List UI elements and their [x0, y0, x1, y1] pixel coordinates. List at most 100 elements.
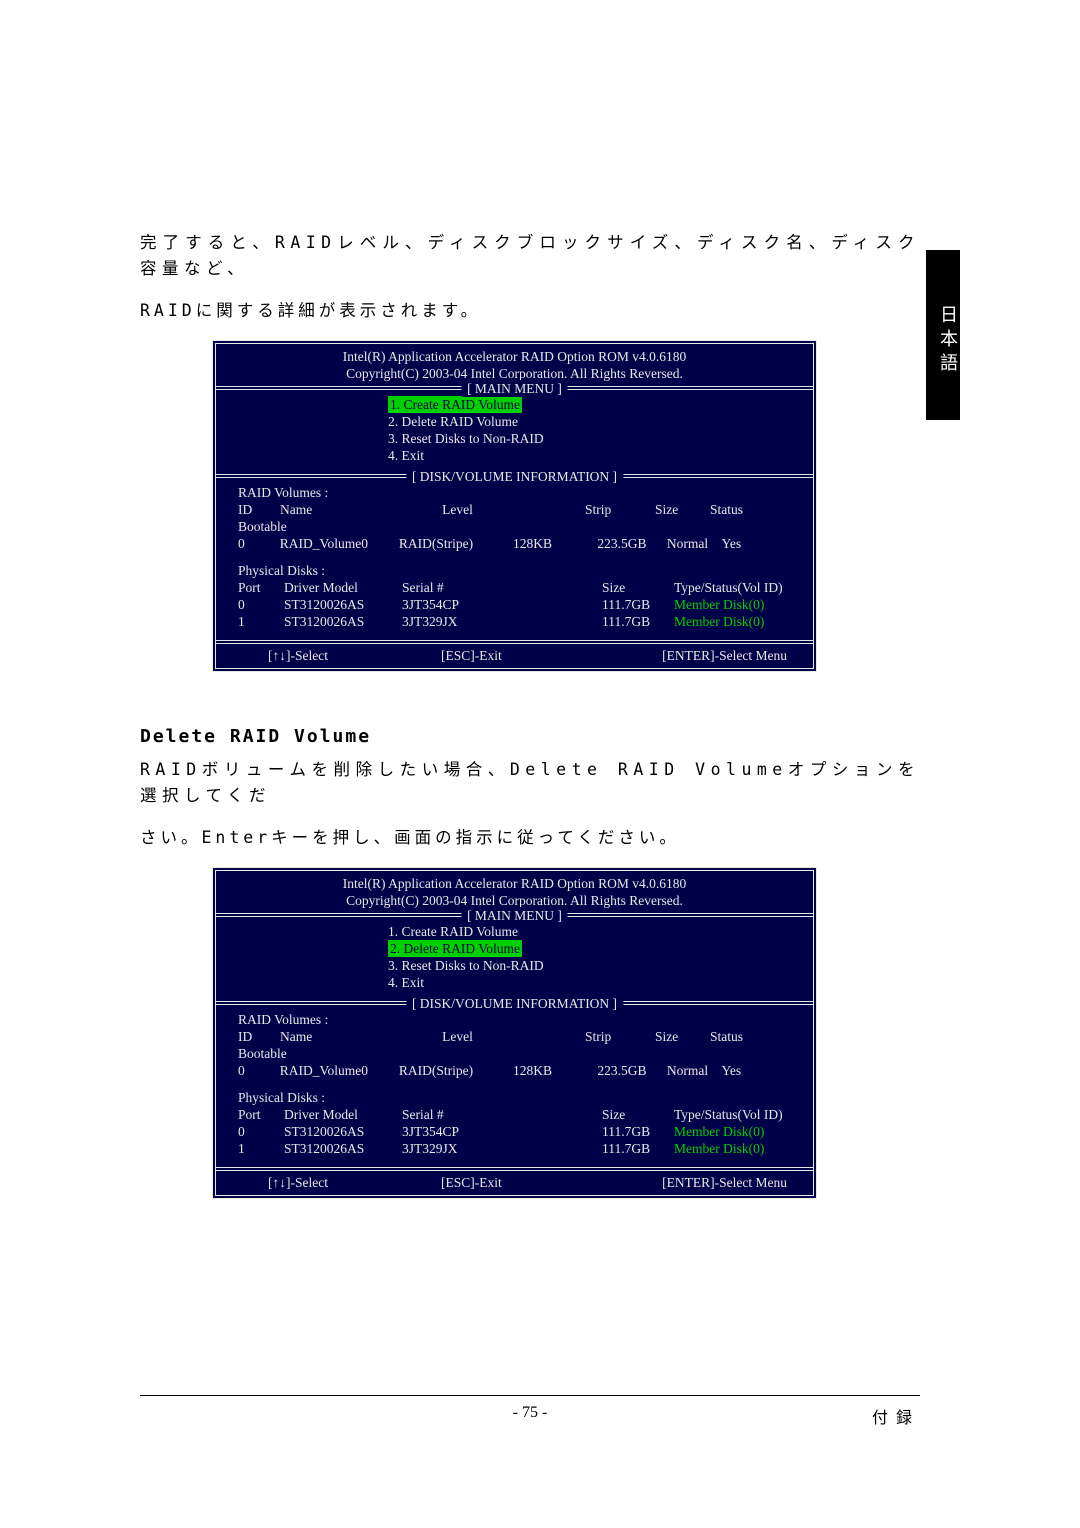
col-name-2: Name — [280, 1028, 400, 1045]
hint-enter: [ENTER]-Select Menu — [598, 647, 791, 664]
col-level: Level — [400, 501, 515, 518]
page-footer: - 75 - 付録 — [140, 1395, 920, 1428]
phys-row-0: 0 ST3120026AS 3JT354CP 111.7GB Member Di… — [238, 596, 791, 613]
disk-info-panel-2: [ DISK/VOLUME INFORMATION ] RAID Volumes… — [216, 1001, 813, 1167]
menu-delete-raid-2[interactable]: 2. Delete RAID Volume — [388, 940, 522, 957]
p1-model-2: ST3120026AS — [284, 1140, 402, 1157]
bios-title-2: Intel(R) Application Accelerator RAID Op… — [224, 875, 805, 892]
main-menu-panel: [ MAIN MENU ] 1. Create RAID Volume 2. D… — [216, 386, 813, 474]
hint-exit: [ESC]-Exit — [441, 647, 598, 664]
hint-select: [↑↓]-Select — [238, 647, 441, 664]
p1-type: Member Disk(0) — [674, 613, 764, 630]
p1-size-2: 111.7GB — [602, 1140, 674, 1157]
pcol-model-2: Driver Model — [284, 1106, 402, 1123]
pcol-serial: Serial # — [402, 579, 602, 596]
col-level-2: Level — [400, 1028, 515, 1045]
p0-size: 111.7GB — [602, 596, 674, 613]
p1-size: 111.7GB — [602, 613, 674, 630]
phys-columns-2: Port Driver Model Serial # Size Type/Sta… — [238, 1106, 791, 1123]
disk-info-label-2: [ DISK/VOLUME INFORMATION ] — [406, 995, 623, 1012]
vol-level-2: RAID(Stripe) — [399, 1062, 513, 1079]
menu-reset-disks-2[interactable]: 3. Reset Disks to Non-RAID — [388, 957, 791, 974]
p0-size-2: 111.7GB — [602, 1123, 674, 1140]
col-size: Size — [655, 501, 710, 518]
p0-model-2: ST3120026AS — [284, 1123, 402, 1140]
hint-enter-2: [ENTER]-Select Menu — [598, 1174, 791, 1191]
vol-id-2: 0 — [238, 1062, 280, 1079]
disk-info-panel: [ DISK/VOLUME INFORMATION ] RAID Volumes… — [216, 474, 813, 640]
phys-disks-header-2: Physical Disks : — [238, 1089, 791, 1106]
vol-status: Normal — [667, 535, 722, 552]
p1-type-2: Member Disk(0) — [674, 1140, 764, 1157]
vol-status-2: Normal — [667, 1062, 722, 1079]
vol-level: RAID(Stripe) — [399, 535, 513, 552]
delete-para-2: さい。Enterキーを押し、画面の指示に従ってください。 — [140, 825, 920, 851]
vol-boot: Yes — [722, 535, 792, 552]
main-menu-label: [ MAIN MENU ] — [461, 380, 568, 397]
vol-row-0: 0 RAID_Volume0 RAID(Stripe) 128KB 223.5G… — [238, 535, 791, 552]
pcol-port: Port — [238, 579, 284, 596]
col-status: Status — [710, 501, 780, 518]
p0-type: Member Disk(0) — [674, 596, 764, 613]
vol-row-0-2: 0 RAID_Volume0 RAID(Stripe) 128KB 223.5G… — [238, 1062, 791, 1079]
phys-columns: Port Driver Model Serial # Size Type/Sta… — [238, 579, 791, 596]
vol-name-2: RAID_Volume0 — [280, 1062, 399, 1079]
bootable-label: Bootable — [238, 518, 791, 535]
vol-columns: ID Name Level Strip Size Status — [238, 501, 791, 518]
bios-screen-delete: Intel(R) Application Accelerator RAID Op… — [212, 867, 817, 1199]
vol-name: RAID_Volume0 — [280, 535, 399, 552]
p1-port: 1 — [238, 613, 284, 630]
hint-select-2: [↑↓]-Select — [238, 1174, 441, 1191]
p1-serial: 3JT329JX — [402, 613, 602, 630]
pcol-type: Type/Status(Vol ID) — [674, 579, 783, 596]
appendix-label: 付録 — [660, 1404, 920, 1428]
phys-row-0-2: 0 ST3120026AS 3JT354CP 111.7GB Member Di… — [238, 1123, 791, 1140]
menu-exit[interactable]: 4. Exit — [388, 447, 791, 464]
col-status-2: Status — [710, 1028, 780, 1045]
p1-port-2: 1 — [238, 1140, 284, 1157]
col-id-2: ID — [238, 1028, 280, 1045]
hint-exit-2: [ESC]-Exit — [441, 1174, 598, 1191]
col-strip-2: Strip — [585, 1028, 655, 1045]
vol-strip: 128KB — [513, 535, 597, 552]
col-size-2: Size — [655, 1028, 710, 1045]
delete-raid-heading: Delete RAID Volume — [140, 726, 920, 747]
p0-port: 0 — [238, 596, 284, 613]
p1-model: ST3120026AS — [284, 613, 402, 630]
vol-columns-2: ID Name Level Strip Size Status — [238, 1028, 791, 1045]
menu-reset-disks[interactable]: 3. Reset Disks to Non-RAID — [388, 430, 791, 447]
p0-port-2: 0 — [238, 1123, 284, 1140]
vol-size: 223.5GB — [597, 535, 667, 552]
menu-create-raid-2[interactable]: 1. Create RAID Volume — [388, 923, 791, 940]
bios-footer-2: [↑↓]-Select [ESC]-Exit [ENTER]-Select Me… — [216, 1167, 813, 1195]
delete-para-1: RAIDボリュームを削除したい場合、Delete RAID Volumeオプショ… — [140, 757, 920, 809]
intro-line-2: RAIDに関する詳細が表示されます。 — [140, 298, 920, 324]
disk-info-label: [ DISK/VOLUME INFORMATION ] — [406, 468, 623, 485]
p0-serial: 3JT354CP — [402, 596, 602, 613]
pcol-serial-2: Serial # — [402, 1106, 602, 1123]
raid-volumes-header: RAID Volumes : — [238, 484, 791, 501]
menu-exit-2[interactable]: 4. Exit — [388, 974, 791, 991]
vol-boot-2: Yes — [722, 1062, 792, 1079]
menu-delete-raid[interactable]: 2. Delete RAID Volume — [388, 413, 791, 430]
col-id: ID — [238, 501, 280, 518]
p0-serial-2: 3JT354CP — [402, 1123, 602, 1140]
vol-id: 0 — [238, 535, 280, 552]
phys-row-1-2: 1 ST3120026AS 3JT329JX 111.7GB Member Di… — [238, 1140, 791, 1157]
bios-title: Intel(R) Application Accelerator RAID Op… — [224, 348, 805, 365]
main-menu-label-2: [ MAIN MENU ] — [461, 907, 568, 924]
bios-footer: [↑↓]-Select [ESC]-Exit [ENTER]-Select Me… — [216, 640, 813, 668]
pcol-model: Driver Model — [284, 579, 402, 596]
bootable-label-2: Bootable — [238, 1045, 791, 1062]
phys-disks-header: Physical Disks : — [238, 562, 791, 579]
p0-model: ST3120026AS — [284, 596, 402, 613]
col-name: Name — [280, 501, 400, 518]
page-number: - 75 - — [400, 1404, 660, 1428]
col-strip: Strip — [585, 501, 655, 518]
phys-row-1: 1 ST3120026AS 3JT329JX 111.7GB Member Di… — [238, 613, 791, 630]
p1-serial-2: 3JT329JX — [402, 1140, 602, 1157]
main-menu-panel-2: [ MAIN MENU ] 1. Create RAID Volume 2. D… — [216, 913, 813, 1001]
pcol-size: Size — [602, 579, 674, 596]
pcol-type-2: Type/Status(Vol ID) — [674, 1106, 783, 1123]
menu-create-raid[interactable]: 1. Create RAID Volume — [388, 396, 522, 413]
